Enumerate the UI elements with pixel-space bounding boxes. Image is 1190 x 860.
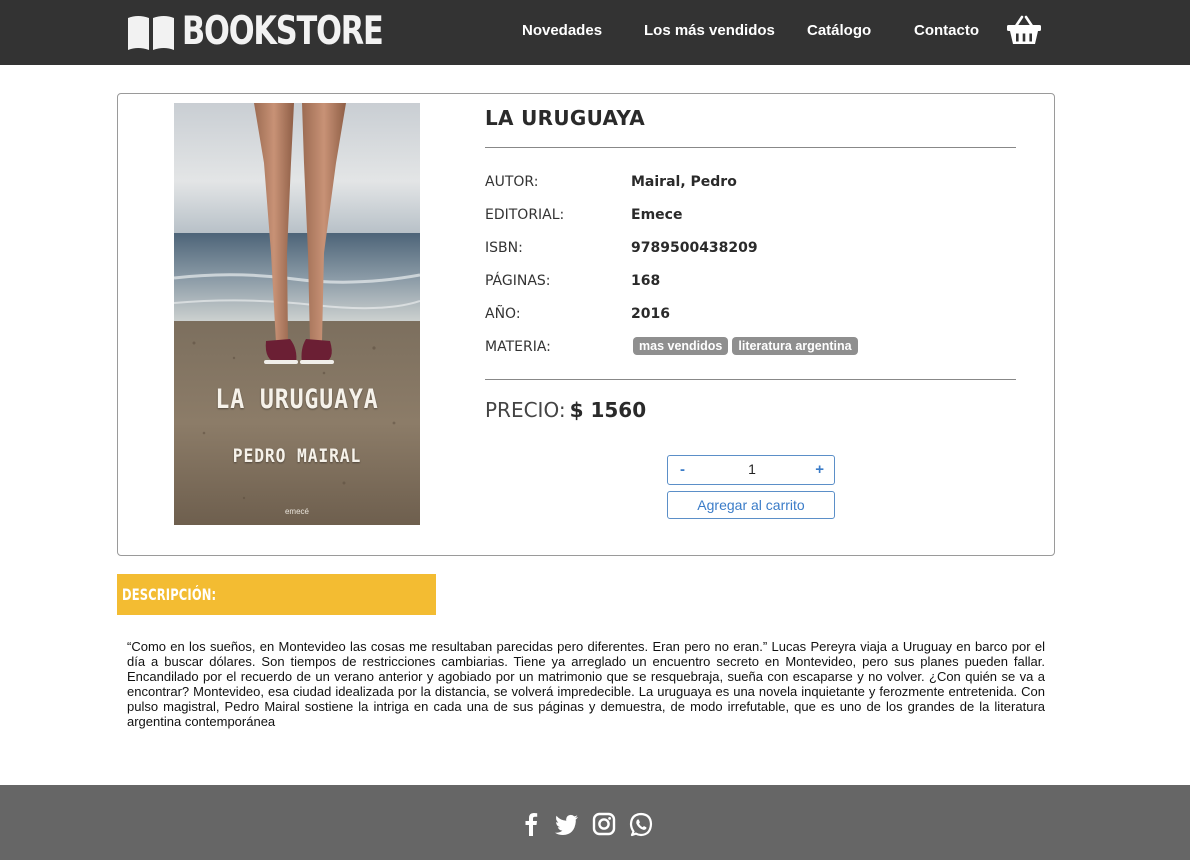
cover-title: LA URUGUAYA — [215, 384, 379, 415]
book-title: LA URUGUAYA — [485, 106, 646, 130]
top-navbar: BOOKSTORE Novedades Los más vendidos Cat… — [0, 0, 1190, 65]
subject-label: MATERIA: — [485, 339, 551, 355]
detail-row-subject: MATERIA: mas vendidos literatura argenti… — [485, 337, 1016, 359]
cover-author: PEDRO MAIRAL — [232, 445, 362, 467]
quantity-stepper: - + — [667, 455, 835, 485]
detail-row-year: AÑO: 2016 — [485, 306, 1016, 326]
decrement-button[interactable]: - — [680, 461, 685, 478]
facebook-link[interactable] — [518, 811, 544, 837]
product-card: LA URUGUAYA PEDRO MAIRAL emecé LA URUGUA… — [117, 93, 1055, 556]
twitter-icon — [555, 814, 578, 835]
cover-publisher: emecé — [284, 507, 309, 516]
detail-row-isbn: ISBN: 9789500438209 — [485, 240, 1016, 260]
brand-name: BOOKSTORE — [182, 9, 384, 54]
add-to-cart-button[interactable]: Agregar al carrito — [667, 491, 835, 519]
description-text: “Como en los sueños, en Montevideo las c… — [127, 639, 1045, 729]
book-cover[interactable]: LA URUGUAYA PEDRO MAIRAL emecé — [174, 103, 420, 525]
quantity-input[interactable] — [708, 461, 796, 477]
twitter-link[interactable] — [554, 811, 580, 837]
nav-link-contacto[interactable]: Contacto — [914, 22, 979, 39]
price: PRECIO: $ 1560 — [485, 398, 646, 422]
brand-logo[interactable]: BOOKSTORE — [126, 10, 439, 54]
nav-link-catalogo[interactable]: Catálogo — [807, 22, 871, 39]
basket-icon — [1007, 15, 1041, 44]
detail-row-publisher: EDITORIAL: Emece — [485, 207, 1016, 227]
cart-button[interactable] — [1006, 14, 1042, 46]
isbn-value: 9789500438209 — [631, 240, 758, 256]
increment-button[interactable]: + — [815, 461, 824, 478]
whatsapp-icon — [629, 812, 653, 837]
divider — [485, 147, 1016, 148]
instagram-icon — [592, 812, 616, 836]
nav-link-novedades[interactable]: Novedades — [522, 22, 602, 39]
footer — [0, 785, 1190, 860]
detail-row-pages: PÁGINAS: 168 — [485, 273, 1016, 293]
subject-tags: mas vendidos literatura argentina — [633, 337, 858, 355]
year-label: AÑO: — [485, 306, 521, 322]
publisher-value: Emece — [631, 207, 683, 223]
pages-label: PÁGINAS: — [485, 273, 551, 289]
tag-literatura-argentina[interactable]: literatura argentina — [732, 337, 858, 355]
whatsapp-link[interactable] — [628, 811, 654, 837]
divider — [485, 379, 1016, 380]
facebook-icon — [525, 813, 538, 836]
author-label: AUTOR: — [485, 174, 539, 190]
open-book-icon — [128, 16, 174, 50]
instagram-link[interactable] — [591, 811, 617, 837]
nav-link-mas-vendidos[interactable]: Los más vendidos — [644, 22, 775, 39]
author-value: Mairal, Pedro — [631, 174, 737, 190]
description-header: DESCRIPCIÓN: — [117, 574, 436, 615]
isbn-label: ISBN: — [485, 240, 523, 256]
description-heading: DESCRIPCIÓN: — [122, 585, 217, 604]
detail-row-author: AUTOR: Mairal, Pedro — [485, 174, 1016, 194]
price-value: $ 1560 — [569, 398, 647, 422]
tag-mas-vendidos[interactable]: mas vendidos — [633, 337, 729, 355]
publisher-label: EDITORIAL: — [485, 207, 565, 223]
price-label: PRECIO: — [485, 398, 566, 422]
year-value: 2016 — [631, 306, 670, 322]
pages-value: 168 — [631, 273, 661, 289]
